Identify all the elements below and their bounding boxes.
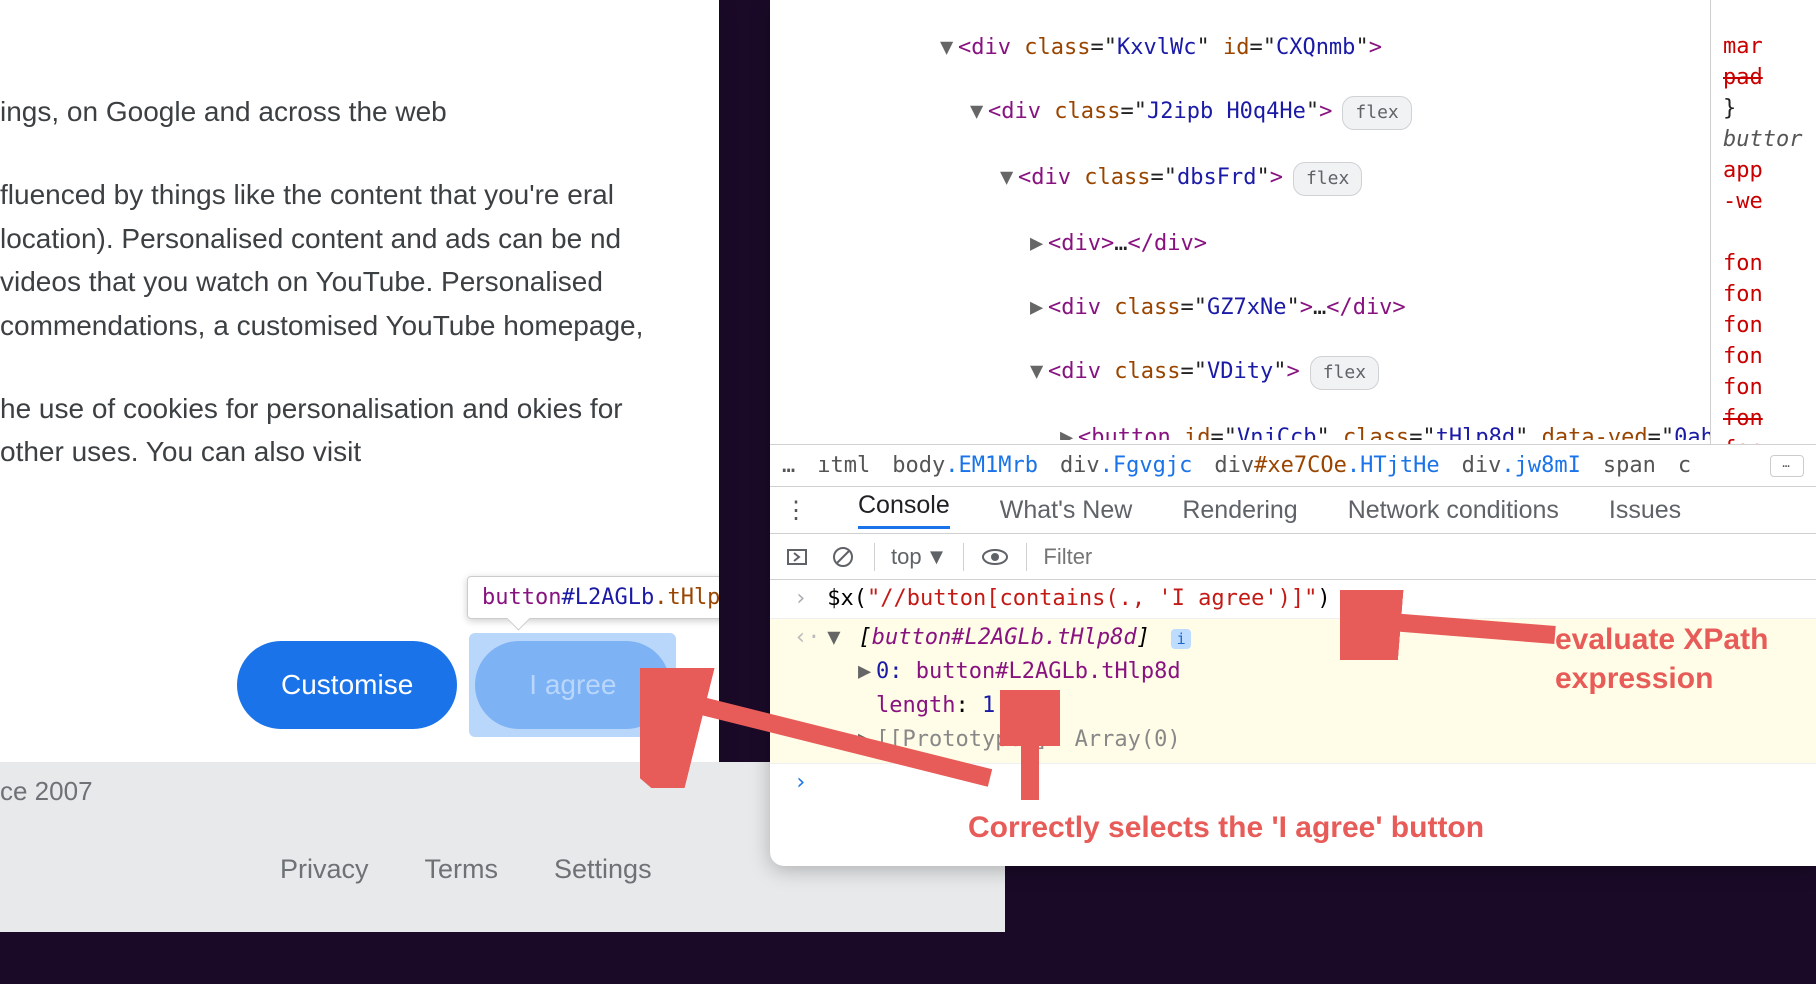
- breadcrumb-item[interactable]: div#xe7COe.HTjtHe: [1214, 453, 1439, 478]
- consent-paragraph: fluenced by things like the content that…: [0, 173, 680, 347]
- styles-pane[interactable]: mar pad } buttor app -we fon fon fon fon…: [1710, 0, 1816, 480]
- footer-since-text: ce 2007: [0, 776, 93, 807]
- console-prompt-line[interactable]: ›: [770, 764, 1816, 802]
- drawer-tabs: ⋮ Console What's New Rendering Network c…: [770, 486, 1816, 534]
- chevron-down-icon: ▼: [926, 544, 948, 570]
- consent-paragraph: ings, on Google and across the web: [0, 90, 680, 133]
- tab-whats-new[interactable]: What's New: [1000, 496, 1133, 525]
- elements-tree[interactable]: ▼<div class="KxvlWc" id="CXQnmb"> ▼<div …: [770, 0, 1710, 440]
- info-icon[interactable]: i: [1171, 629, 1191, 649]
- console-toolbar: top ▼: [770, 534, 1816, 580]
- consent-buttons: Customise I agree: [237, 641, 670, 729]
- live-expression-icon[interactable]: [980, 542, 1010, 572]
- console-prompt-icon: ›: [794, 582, 814, 616]
- tab-console[interactable]: Console: [858, 491, 950, 529]
- customise-button[interactable]: Customise: [237, 641, 457, 729]
- tooltip-tagname: button: [482, 585, 561, 610]
- console-filter-input[interactable]: [1043, 544, 1243, 570]
- annotation-text: evaluate XPath expression: [1555, 620, 1815, 698]
- footer-links: Privacy Terms Settings: [280, 854, 652, 885]
- tab-issues[interactable]: Issues: [1609, 496, 1681, 525]
- footer-settings-link[interactable]: Settings: [554, 854, 652, 885]
- breadcrumb-item[interactable]: span: [1603, 453, 1656, 478]
- elements-breadcrumb[interactable]: … ıtml body.EM1Mrb div.Fgvgjc div#xe7COe…: [770, 444, 1816, 486]
- breadcrumb-item[interactable]: c: [1678, 453, 1691, 478]
- tooltip-class: .tHlp8d: [654, 585, 719, 610]
- clear-console-icon[interactable]: [828, 542, 858, 572]
- breadcrumb-item[interactable]: body.EM1Mrb: [892, 453, 1038, 478]
- flex-badge: flex: [1310, 356, 1379, 390]
- devtools-panel: ▼<div class="KxvlWc" id="CXQnmb"> ▼<div …: [770, 0, 1816, 866]
- flex-badge: flex: [1342, 96, 1411, 130]
- footer-privacy-link[interactable]: Privacy: [280, 854, 369, 885]
- drawer-menu-icon[interactable]: ⋮: [784, 496, 808, 525]
- breadcrumb-item[interactable]: div.jw8mI: [1462, 453, 1581, 478]
- breadcrumb-item[interactable]: ıtml: [817, 453, 870, 478]
- console-input-line: › $x("//button[contains(., 'I agree')]"): [770, 580, 1816, 619]
- footer-terms-link[interactable]: Terms: [425, 854, 499, 885]
- tab-network-conditions[interactable]: Network conditions: [1348, 496, 1559, 525]
- annotation-text: Correctly selects the 'I agree' button: [968, 808, 1588, 847]
- console-prompt-icon: ›: [794, 766, 814, 800]
- element-tooltip: button#L2AGLb.tHlp8d: [467, 576, 719, 619]
- breadcrumb-item[interactable]: div.Fgvgjc: [1060, 453, 1192, 478]
- inspect-highlight-overlay: [469, 633, 676, 737]
- consent-dialog: ings, on Google and across the web fluen…: [0, 0, 719, 784]
- tab-rendering[interactable]: Rendering: [1182, 496, 1297, 525]
- console-return-icon: ‹·: [794, 621, 814, 655]
- consent-body-text: ings, on Google and across the web fluen…: [0, 90, 680, 514]
- console-sidebar-toggle-icon[interactable]: [782, 542, 812, 572]
- flex-badge: flex: [1293, 162, 1362, 196]
- breadcrumb-overflow[interactable]: …: [782, 453, 795, 478]
- consent-paragraph: he use of cookies for personalisation an…: [0, 387, 680, 474]
- agree-button[interactable]: I agree: [475, 641, 670, 729]
- tooltip-id: #L2AGLb: [561, 585, 654, 610]
- execution-context-selector[interactable]: top ▼: [891, 544, 947, 570]
- breadcrumb-kebab-icon[interactable]: ⋯: [1770, 455, 1804, 477]
